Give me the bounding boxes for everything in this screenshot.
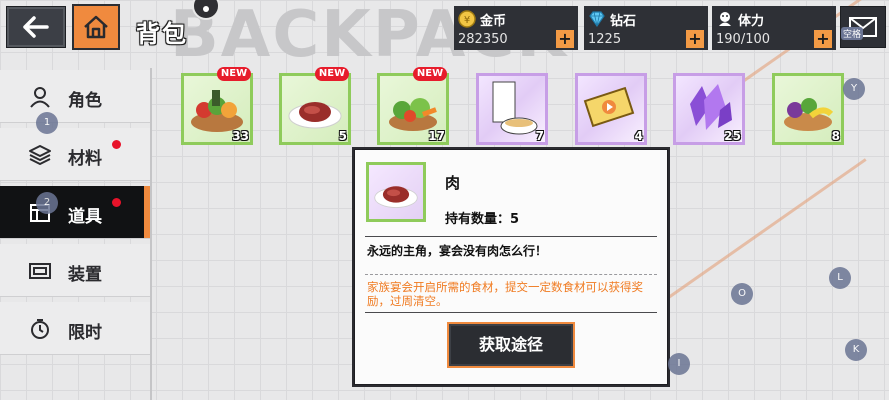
key-hint-y: Y: [843, 78, 865, 100]
diamond-value: 1225: [588, 32, 622, 47]
inventory-item-food-basket[interactable]: NEW 33: [181, 67, 253, 145]
gold-resource: ¥ 金币 282350 +: [454, 6, 578, 50]
stamina-resource: 体力 190/100 +: [712, 6, 836, 50]
sidebar-item-materials[interactable]: 材料: [0, 128, 150, 181]
item-usage-hint: 家族宴会开启所需的食材，提交一定数食材可以获得奖励，过周清空。: [367, 280, 643, 308]
arrow-left-icon: [23, 16, 49, 38]
sidebar-item-label: 角色: [68, 91, 102, 111]
person-icon: [30, 87, 50, 108]
diamond-resource: 钻石 1225 +: [584, 6, 708, 50]
home-icon: [84, 15, 108, 39]
get-source-button[interactable]: 获取途径: [447, 322, 575, 368]
gold-value: 282350: [458, 32, 508, 47]
new-badge: NEW: [217, 67, 251, 81]
inventory-item-ticket[interactable]: 4: [575, 73, 647, 145]
sidebar-item-devices[interactable]: 装置: [0, 244, 150, 297]
inventory-item-vegetables[interactable]: NEW 17: [377, 67, 449, 145]
add-diamond-button[interactable]: +: [686, 30, 704, 48]
page-title: 背包: [136, 20, 188, 48]
item-count: 33: [232, 129, 249, 143]
mail-key-hint: 空格: [841, 27, 864, 40]
key-hint-k: K: [845, 339, 867, 361]
held-quantity-label: 持有数量：: [445, 212, 511, 227]
divider: [365, 312, 657, 313]
sidebar-item-label: 限时: [68, 323, 102, 343]
stamina-label: 体力: [738, 14, 765, 29]
divider: [365, 236, 657, 237]
home-button[interactable]: [72, 4, 120, 50]
sidebar-item-character[interactable]: 角色: [0, 70, 150, 123]
item-count: 5: [338, 129, 347, 143]
back-button[interactable]: [6, 6, 66, 48]
inventory-item-noodle-soup[interactable]: 7: [476, 73, 548, 145]
new-badge: NEW: [413, 67, 447, 81]
stamina-value: 190/100: [716, 32, 771, 47]
inventory-item-steak[interactable]: NEW 5: [279, 67, 351, 145]
sidebar-item-limited[interactable]: 限时: [0, 302, 150, 355]
sidebar-item-label: 装置: [68, 265, 102, 285]
active-indicator: [144, 186, 150, 238]
coin-icon: ¥: [458, 10, 476, 28]
device-icon: [29, 263, 51, 279]
sidebar-divider: [150, 68, 152, 400]
layers-icon: [29, 145, 51, 165]
header: BACKPACK 背包 ¥ 金币 282350 + 钻石 1225 + 体力 1…: [0, 0, 889, 70]
notification-dot: [112, 140, 121, 149]
key-hint-l: L: [829, 267, 851, 289]
new-badge: NEW: [315, 67, 349, 81]
steak-icon: [374, 186, 418, 208]
sidebar-item-props[interactable]: 道具: [0, 186, 150, 239]
item-detail-popup: 肉 持有数量：5 永远的主角，宴会没有肉怎么行！ 家族宴会开启所需的食材，提交一…: [354, 149, 668, 385]
notification-dot: [112, 198, 121, 207]
gold-label: 金币: [480, 14, 507, 29]
sidebar-item-label: 道具: [68, 207, 102, 227]
item-count: 17: [428, 129, 445, 143]
key-hint-o: O: [731, 283, 753, 305]
add-gold-button[interactable]: +: [556, 30, 574, 48]
item-name: 肉: [445, 174, 461, 192]
item-count: 4: [634, 129, 643, 143]
svg-text:¥: ¥: [464, 15, 470, 26]
sidebar-item-label: 材料: [68, 149, 102, 169]
key-hint-2: 2: [36, 192, 58, 214]
mail-button[interactable]: 空格: [840, 6, 886, 48]
item-count: 25: [724, 129, 741, 143]
inventory-item-crystal[interactable]: 25: [673, 73, 745, 145]
item-description: 永远的主角，宴会没有肉怎么行！: [367, 244, 548, 258]
held-quantity: 持有数量：5: [445, 208, 519, 227]
item-count: 8: [831, 129, 840, 143]
add-stamina-button[interactable]: +: [814, 30, 832, 48]
item-count: 7: [535, 129, 544, 143]
timer-icon: [31, 319, 49, 339]
inventory-item-fruit-bowl[interactable]: 8: [772, 73, 844, 145]
diamond-icon: [589, 11, 605, 28]
key-hint-i: I: [668, 353, 690, 375]
stamina-icon: [719, 12, 731, 26]
held-quantity-value: 5: [510, 212, 520, 227]
key-hint-1: 1: [36, 112, 58, 134]
diamond-label: 钻石: [610, 14, 637, 29]
divider: [365, 274, 657, 275]
item-thumbnail: [366, 162, 426, 222]
